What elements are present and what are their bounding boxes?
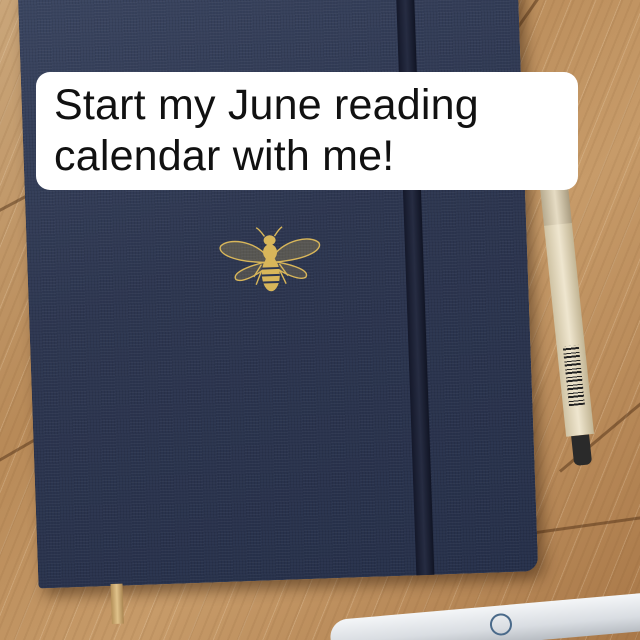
marker-logo	[489, 612, 513, 637]
bee-emblem-icon	[219, 226, 321, 292]
pen-tip	[571, 434, 593, 467]
caption-line-2: calendar with me!	[54, 132, 395, 180]
photo-scene: Start my June reading calendar with me!	[0, 0, 640, 640]
caption-box: Start my June reading calendar with me!	[36, 72, 578, 190]
ribbon-bookmark	[110, 583, 124, 625]
white-marker	[328, 591, 640, 640]
caption-line-1: Start my June reading	[54, 81, 479, 129]
